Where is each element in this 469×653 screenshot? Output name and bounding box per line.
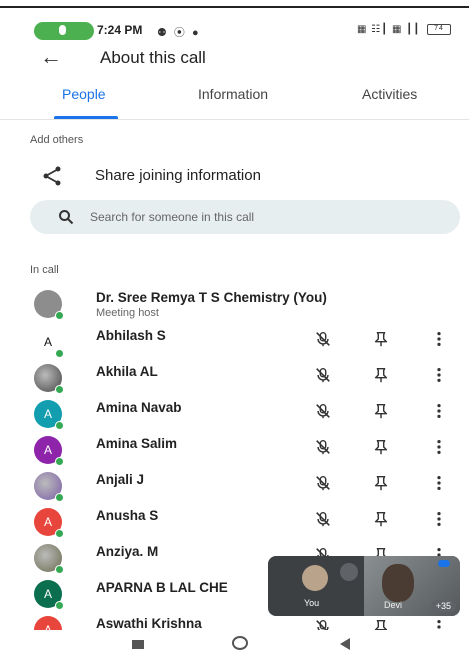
avatar: A [34,508,64,538]
signal-icon: ▦ ☷┃ ▦ ┃┃ [356,24,421,36]
participant-name: Dr. Sree Remya T S Chemistry (You) [96,290,327,305]
ongoing-call-pill[interactable] [34,22,94,40]
mic-muted-icon[interactable] [314,366,334,386]
participant-name: Aswathi Krishna [96,616,202,631]
mic-muted-icon[interactable] [314,402,334,422]
speaker-tile[interactable]: Devi +35 [364,556,460,616]
active-tab-indicator [54,116,118,119]
pin-icon[interactable] [372,438,392,458]
avatar [34,290,64,320]
participant-row[interactable]: A Amina Salim [0,434,469,470]
pin-icon[interactable] [372,330,392,350]
search-placeholder: Search for someone in this call [90,210,255,224]
speaker-name: Devi [384,600,403,610]
more-options-icon[interactable] [432,366,446,386]
status-time: 7:24 PM [97,23,143,37]
avatar-initial: A [43,515,52,529]
pin-icon[interactable] [372,402,392,422]
host-row[interactable]: Dr. Sree Remya T S Chemistry (You) Meeti… [0,288,469,324]
recents-button[interactable] [132,640,144,649]
battery-icon: 74 [427,24,451,35]
self-avatar [302,565,328,591]
speaking-indicator-icon [438,560,450,567]
avatar: A [34,400,64,430]
more-options-icon[interactable] [432,510,446,530]
share-joining-info-button[interactable]: Share joining information [0,158,469,194]
mic-muted-icon[interactable] [314,438,334,458]
participant-name: Anziya. M [96,544,159,559]
signal-icons: ▦ ☷┃ ▦ ┃┃ 74 [357,24,451,35]
mic-muted-icon[interactable] [314,330,334,350]
mic-muted-icon[interactable] [314,510,334,530]
participant-row[interactable]: A Anusha S [0,506,469,542]
section-add-others: Add others [30,134,84,146]
avatar [34,364,64,394]
notification-icons: ⚉ ⦿ ● [157,27,201,39]
muted-icon [340,563,358,581]
share-label: Share joining information [95,167,261,184]
home-button[interactable] [232,636,248,650]
speaker-video [382,564,414,602]
self-label: You [304,598,320,608]
avatar-initial: A [43,407,52,421]
pin-icon[interactable] [372,510,392,530]
participant-row[interactable]: A Amina Navab [0,398,469,434]
mic-muted-icon[interactable] [314,474,334,494]
participant-name: Amina Navab [96,400,182,415]
page-title: About this call [100,48,206,67]
avatar [34,544,64,574]
more-participants-badge: +35 [430,600,456,612]
system-back-button[interactable] [340,638,350,650]
back-arrow-icon[interactable]: ← [40,44,62,70]
participant-row[interactable]: A Abhilash S [0,326,469,362]
online-indicator [55,601,64,610]
more-options-icon[interactable] [432,402,446,422]
pin-icon[interactable] [372,474,392,494]
participant-name: Abhilash S [96,328,166,343]
top-border [0,6,469,8]
avatar: A [34,328,64,358]
search-icon [59,210,74,225]
online-indicator [55,349,64,358]
avatar-initial: A [43,443,52,457]
online-indicator [55,529,64,538]
tab-bar: People Information Activities [0,80,469,120]
participant-row[interactable]: Akhila AL [0,362,469,398]
online-indicator [55,385,64,394]
self-view-tiles[interactable]: You Devi +35 [268,556,460,616]
participant-name: Anusha S [96,508,159,523]
more-options-icon[interactable] [432,438,446,458]
app-header: ← About this call [0,40,469,76]
more-options-icon[interactable] [432,330,446,350]
tab-people[interactable]: People [62,86,106,102]
online-indicator [55,565,64,574]
avatar-initial: A [43,335,52,349]
host-role: Meeting host [96,307,159,319]
avatar [34,472,64,502]
avatar: A [34,436,64,466]
online-indicator [55,311,64,320]
self-tile[interactable]: You [268,556,364,616]
avatar: A [34,580,64,610]
avatar-initial: A [43,587,52,601]
participant-name: Amina Salim [96,436,178,451]
participant-name: APARNA B LAL CHE [96,580,228,595]
section-in-call: In call [30,264,59,276]
tab-activities[interactable]: Activities [362,86,417,102]
pin-icon[interactable] [372,366,392,386]
participant-row[interactable]: Anjali J [0,470,469,506]
participant-search-input[interactable]: Search for someone in this call [30,200,460,234]
mic-icon [59,25,66,35]
online-indicator [55,421,64,430]
online-indicator [55,493,64,502]
share-icon [43,166,61,186]
system-nav-bar [0,630,469,653]
participant-name: Anjali J [96,472,145,487]
online-indicator [55,457,64,466]
tab-information[interactable]: Information [198,86,268,102]
more-options-icon[interactable] [432,474,446,494]
participant-name: Akhila AL [96,364,158,379]
